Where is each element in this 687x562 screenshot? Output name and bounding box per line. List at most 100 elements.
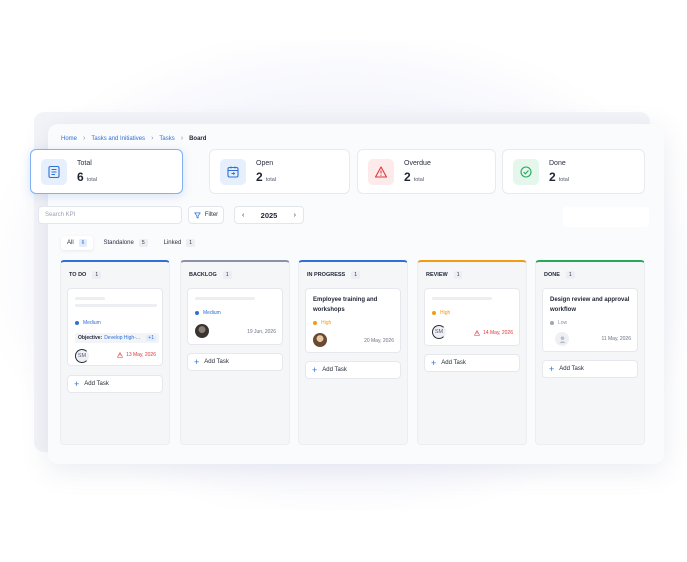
breadcrumb-current: Board [189,135,207,142]
column-count: 1 [453,271,463,279]
priority-badge: Medium [75,320,101,326]
search-input[interactable]: Search KPI [38,206,182,224]
breadcrumb: Home › Tasks and Initiatives › Tasks › B… [61,135,206,142]
stat-value: 2 [549,169,556,184]
stat-unit: total [265,176,277,183]
add-task-button[interactable]: + Add Task [67,375,163,393]
add-task-button[interactable]: + Add Task [542,360,638,378]
task-card[interactable]: High SM 14 May, 2026 [424,288,520,346]
task-date: 11 May, 2026 [601,336,631,342]
plus-icon: + [312,364,318,375]
stat-card-total[interactable]: Total 6 total [30,149,183,194]
filter-label: Filter [204,212,219,218]
column-header: DONE 1 [544,271,575,279]
check-circle-icon [513,158,539,185]
placeholder-box [563,207,649,227]
stat-label: Done [549,159,566,167]
add-task-label: Add Task [84,381,109,387]
task-card[interactable]: Employee training and workshops High 20 … [305,288,401,353]
list-icon [41,158,67,185]
priority-label: High [440,310,451,316]
column-title: DONE [544,272,560,278]
due-date-text: 14 May, 2026 [483,330,513,336]
breadcrumb-home[interactable]: Home [61,136,77,142]
column-count: 1 [351,271,360,279]
column-count: 1 [92,271,102,279]
plus-icon: + [431,357,437,368]
avatar[interactable] [555,332,569,346]
task-card[interactable]: Design review and approval workflow Low … [542,288,638,352]
title-placeholder [75,297,105,300]
task-card[interactable]: Medium Objective: Develop High-... +1 SM… [67,288,163,366]
stat-value: 6 [77,169,84,184]
breadcrumb-tasks-and-initiatives[interactable]: Tasks and Initiatives [91,136,145,142]
priority-badge: Medium [195,310,221,316]
objective-link[interactable]: Objective: Develop High-... +1 [75,333,159,343]
tab-count: 5 [138,239,148,247]
objective-label: Objective: [78,335,103,341]
filter-button[interactable]: Filter [188,206,224,224]
tab-all[interactable]: All 6 [61,236,94,250]
priority-label: Low [558,320,568,326]
add-task-button[interactable]: + Add Task [305,361,401,379]
column-header: TO DO 1 [69,271,102,279]
priority-label: High [321,320,332,326]
breadcrumb-tasks[interactable]: Tasks [159,136,174,142]
column-done: DONE 1 Design review and approval workflo… [535,260,645,445]
task-card[interactable]: Medium 19 Jun, 2026 [187,288,283,345]
task-title: Design review and approval workflow [550,297,630,313]
avatar[interactable] [195,324,209,338]
column-header: IN PROGRESS 1 [307,271,360,279]
task-title: Employee training and workshops [313,297,378,313]
tab-standalone[interactable]: Standalone 5 [97,236,153,250]
column-count: 1 [565,271,575,279]
objective-more-badge[interactable]: +1 [146,335,156,341]
stat-unit: total [558,176,570,183]
stat-label: Open [256,159,274,167]
add-task-label: Add Task [559,366,584,372]
column-in-progress: IN PROGRESS 1 Employee training and works… [298,260,408,445]
task-date: 19 Jun, 2026 [247,329,276,335]
tab-count: 1 [186,239,196,247]
tab-count: 6 [78,239,88,247]
stat-card-done[interactable]: Done 2 total [502,149,645,194]
plus-icon: + [549,363,555,374]
stat-unit: total [413,176,425,183]
add-task-label: Add Task [204,359,229,365]
breadcrumb-separator-icon: › [151,135,154,142]
tab-linked[interactable]: Linked 1 [158,236,201,250]
column-header: REVIEW 1 [426,271,463,279]
title-placeholder [432,297,492,300]
priority-label: Medium [203,310,221,316]
priority-label: Medium [83,320,101,326]
objective-value: Develop High-... [104,335,141,341]
stat-label: Overdue [404,159,431,167]
breadcrumb-separator-icon: › [180,135,184,142]
warning-icon [474,330,481,336]
tab-label: Linked [163,240,182,246]
user-icon [558,335,566,343]
add-task-button[interactable]: + Add Task [424,354,520,372]
avatar[interactable]: SM [75,349,89,363]
column-header: BACKLOG 1 [189,271,232,279]
column-review: REVIEW 1 High SM 14 May, 2026 + Add Task [417,260,527,445]
add-task-button[interactable]: + Add Task [187,353,283,371]
chevron-left-icon[interactable]: ‹ [242,212,244,219]
avatar[interactable] [313,333,327,347]
due-date: 13 May, 2026 [117,352,156,358]
column-backlog: BACKLOG 1 Medium 19 Jun, 2026 + Add Task [180,260,290,445]
warning-icon [117,352,124,358]
priority-badge: Low [550,320,567,326]
view-tabs: All 6 Standalone 5 Linked 1 [61,236,201,250]
stat-value: 2 [256,169,263,184]
year-selector: ‹ 2025 › [234,206,304,224]
priority-badge: High [313,320,331,326]
stat-card-overdue[interactable]: Overdue 2 total [357,149,496,194]
breadcrumb-separator-icon: › [83,135,86,142]
chevron-right-icon[interactable]: › [294,212,296,219]
avatar[interactable]: SM [432,325,446,339]
column-todo: TO DO 1 Medium Objective: Develop High-..… [60,260,170,445]
stat-card-open[interactable]: Open 2 total [209,149,350,194]
task-date: 20 May, 2026 [364,338,394,344]
year-value: 2025 [260,210,278,220]
